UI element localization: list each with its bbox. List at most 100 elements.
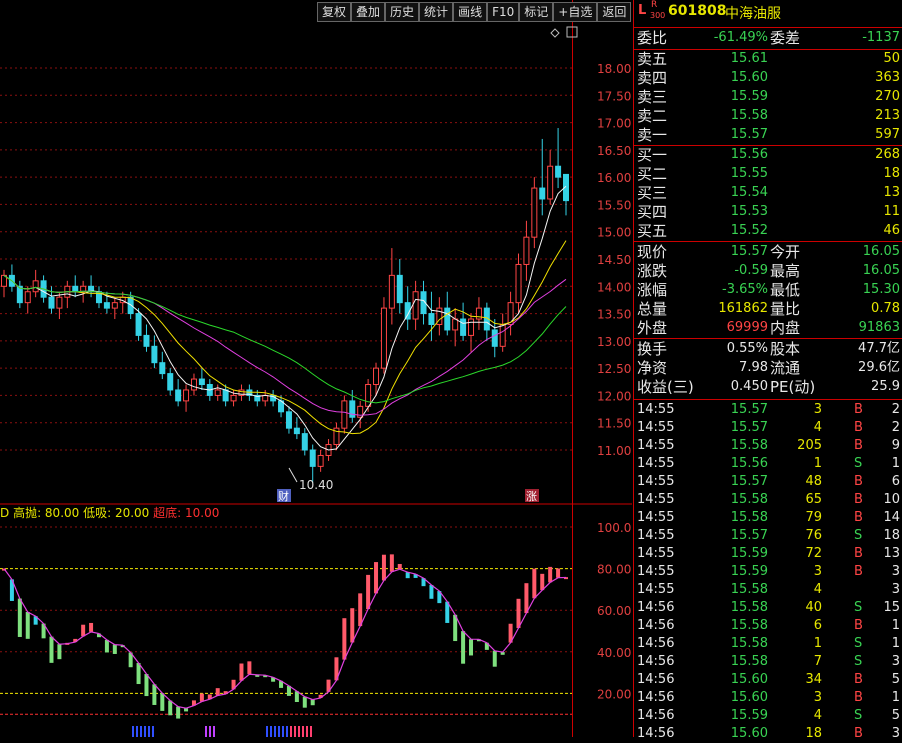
tick-count: 2: [891, 420, 900, 435]
cai-marker[interactable]: 财: [278, 489, 289, 503]
tick-row[interactable]: 14:55 15.58 65 B 10: [634, 491, 902, 509]
candle[interactable]: [547, 149, 554, 205]
candle[interactable]: [404, 286, 411, 330]
candle[interactable]: [483, 302, 490, 341]
tick-volume: 34: [805, 672, 822, 687]
quote-label: 今开: [770, 243, 801, 261]
candle[interactable]: [183, 384, 190, 412]
candle[interactable]: [380, 297, 387, 374]
candle[interactable]: [301, 428, 308, 456]
candle[interactable]: [460, 302, 467, 341]
tick-row[interactable]: 14:55 15.56 1 S 1: [634, 455, 902, 473]
info-label: 流通: [770, 359, 801, 377]
zhang-marker[interactable]: 涨: [526, 490, 537, 503]
ask-volume: 597: [875, 127, 900, 142]
candle[interactable]: [16, 280, 23, 309]
candle[interactable]: [32, 269, 39, 298]
candle-body: [56, 296, 63, 309]
candle[interactable]: [563, 173, 569, 216]
tick-row[interactable]: 14:55 15.58 4 3: [634, 581, 902, 599]
candle[interactable]: [119, 291, 126, 314]
tick-row[interactable]: 14:55 15.57 76 S 18: [634, 527, 902, 545]
candle[interactable]: [341, 395, 348, 434]
candle[interactable]: [475, 297, 482, 330]
tick-row[interactable]: 14:56 15.58 7 S 3: [634, 653, 902, 671]
candle[interactable]: [293, 417, 300, 440]
signal-stripe: [274, 726, 276, 737]
candle[interactable]: [515, 253, 522, 314]
tick-count: 5: [891, 672, 900, 687]
candle[interactable]: [190, 373, 197, 396]
candle[interactable]: [531, 177, 538, 249]
tick-row[interactable]: 14:55 15.57 48 B 6: [634, 473, 902, 491]
candle[interactable]: [523, 220, 530, 281]
tick-row[interactable]: 14:55 15.58 79 B 14: [634, 509, 902, 527]
tick-row[interactable]: 14:56 15.60 3 B 1: [634, 689, 902, 707]
tick-row[interactable]: 14:56 15.58 6 B 1: [634, 617, 902, 635]
diamond-icon[interactable]: [550, 28, 560, 38]
tick-row[interactable]: 14:56 15.60 18 B 3: [634, 725, 902, 743]
candle[interactable]: [491, 319, 498, 358]
candle[interactable]: [48, 286, 55, 314]
osc-bar: [397, 563, 402, 570]
tick-row[interactable]: 14:55 15.57 4 B 2: [634, 419, 902, 437]
candle[interactable]: [175, 379, 182, 407]
tick-row[interactable]: 14:55 15.57 3 B 2: [634, 401, 902, 419]
toolbar-button[interactable]: 标记: [519, 2, 554, 22]
candle[interactable]: [436, 297, 443, 336]
tick-row[interactable]: 14:55 15.59 72 B 13: [634, 545, 902, 563]
candle[interactable]: [396, 259, 403, 314]
toolbar-button[interactable]: 画线: [453, 2, 488, 22]
candle-body: [48, 296, 55, 309]
toolbar-button[interactable]: 返回: [597, 2, 632, 22]
candle[interactable]: [159, 351, 166, 380]
candle[interactable]: [56, 291, 63, 320]
candle[interactable]: [468, 313, 475, 352]
candle[interactable]: [198, 368, 205, 390]
candle[interactable]: [412, 280, 419, 330]
candle[interactable]: [88, 275, 95, 298]
candle[interactable]: [1, 269, 7, 298]
candle[interactable]: [357, 400, 364, 429]
toolbar-button[interactable]: +自选: [553, 2, 598, 22]
candle[interactable]: [167, 368, 174, 396]
y-tick-label: 14.50: [597, 253, 631, 267]
candle[interactable]: [507, 291, 514, 336]
candle[interactable]: [309, 444, 316, 483]
candle[interactable]: [388, 248, 395, 325]
candle[interactable]: [111, 297, 118, 320]
kline-chart[interactable]: 18.00 17.50 17.00 16.50 16.00 15.50 15.00 14.50…: [0, 0, 639, 737]
tick-row[interactable]: 14:56 15.58 40 S 15: [634, 599, 902, 617]
candle-body: [135, 313, 142, 336]
chart-area[interactable]: 18.00 17.50 17.00 16.50 16.00 15.50 15.00 14.50…: [0, 0, 639, 737]
y-tick-label: 15.00: [597, 226, 631, 240]
candle[interactable]: [214, 384, 221, 401]
candle[interactable]: [238, 384, 245, 401]
toolbar-button[interactable]: 历史: [385, 2, 420, 22]
toolbar-button[interactable]: 统计: [419, 2, 454, 22]
candle[interactable]: [143, 324, 150, 352]
candle[interactable]: [24, 286, 31, 314]
candle[interactable]: [270, 389, 277, 407]
tick-row[interactable]: 14:56 15.60 34 B 5: [634, 671, 902, 689]
candle[interactable]: [428, 291, 435, 341]
candle[interactable]: [72, 275, 79, 298]
tick-volume: 6: [813, 618, 822, 633]
legend-part: 低吸:: [79, 506, 111, 520]
candle[interactable]: [555, 128, 562, 189]
candle[interactable]: [317, 450, 324, 472]
candle[interactable]: [333, 422, 340, 450]
candle-body: [32, 280, 39, 293]
toolbar-button[interactable]: 复权: [317, 2, 352, 22]
tick-row[interactable]: 14:56 15.58 1 S 1: [634, 635, 902, 653]
candle[interactable]: [285, 406, 292, 434]
toolbar-button[interactable]: 叠加: [351, 2, 386, 22]
y-tick-label: 13.50: [597, 308, 631, 322]
tick-row[interactable]: 14:55 15.58 205 B 9: [634, 437, 902, 455]
candle[interactable]: [8, 264, 15, 292]
tick-row[interactable]: 14:55 15.59 3 B 3: [634, 563, 902, 581]
tick-row[interactable]: 14:56 15.59 4 S 5: [634, 707, 902, 725]
candle[interactable]: [95, 286, 102, 309]
toolbar-button[interactable]: F10: [487, 2, 520, 22]
candle[interactable]: [151, 335, 158, 369]
